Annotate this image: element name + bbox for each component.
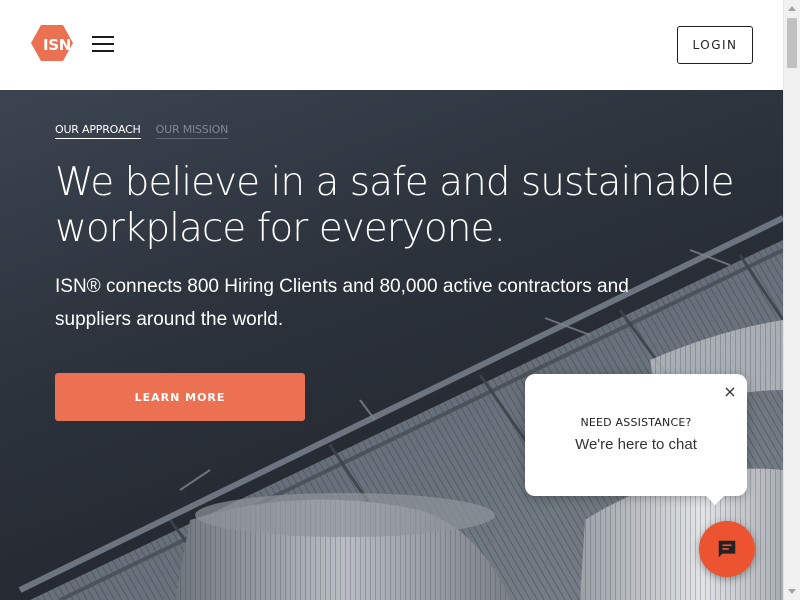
logo-text: ISN [43, 36, 72, 54]
chat-bubble-icon [718, 540, 736, 558]
hero-headline: We believe in a safe and sustainable wor… [55, 160, 735, 251]
hero-subtext: ISN® connects 800 Hiring Clients and 80,… [55, 276, 629, 330]
chat-title: NEED ASSISTANCE? [580, 416, 692, 429]
scroll-up-arrow-icon[interactable] [788, 6, 796, 11]
chat-popup: × NEED ASSISTANCE? We're here to chat [525, 374, 747, 505]
scrollbar-thumb[interactable] [787, 18, 797, 68]
hamburger-menu-icon[interactable] [92, 36, 114, 53]
tab-our-approach[interactable]: OUR APPROACH [55, 123, 141, 139]
page-scrollbar[interactable] [783, 0, 800, 600]
site-header: ISN LOGIN [0, 0, 783, 90]
learn-more-button[interactable]: LEARN MORE [55, 373, 305, 421]
hero-tabs: OUR APPROACH OUR MISSION [55, 123, 228, 139]
chat-launcher-button[interactable] [699, 521, 755, 577]
chat-subtitle: We're here to chat [575, 436, 697, 453]
login-button[interactable]: LOGIN [677, 26, 753, 64]
scroll-down-arrow-icon[interactable] [788, 589, 796, 594]
hero-section: OUR APPROACH OUR MISSION We believe in a… [0, 90, 783, 600]
close-icon[interactable]: × [723, 384, 737, 400]
isn-logo[interactable]: ISN [30, 24, 74, 62]
tab-our-mission[interactable]: OUR MISSION [155, 123, 228, 139]
